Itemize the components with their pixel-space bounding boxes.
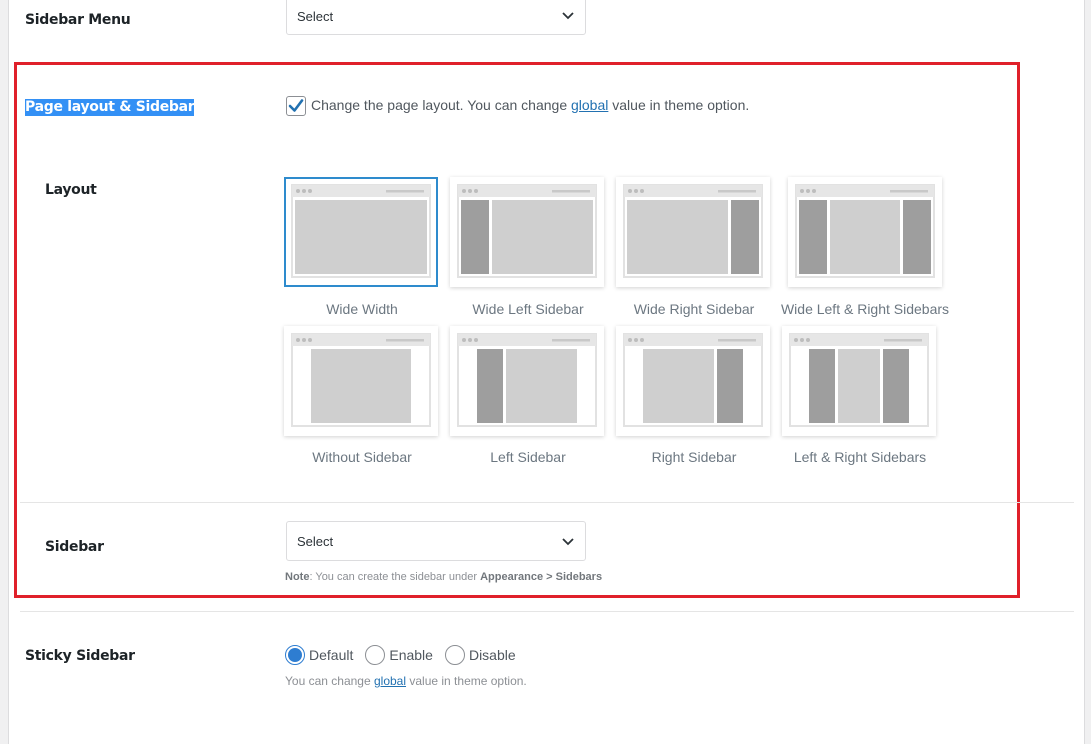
layout-option-wide-left-right-sidebars[interactable] <box>788 177 942 287</box>
radio-enable-label: Enable <box>389 647 433 663</box>
page-layout-label: Page layout & Sidebar <box>25 99 195 116</box>
layout-wide-right-sidebar-icon <box>623 184 763 278</box>
layout-option-label: Wide Right Sidebar <box>633 301 755 317</box>
layout-wide-left-sidebar-icon <box>457 184 597 278</box>
radio-default[interactable] <box>285 645 305 665</box>
layout-left-right-sidebars-icon <box>789 333 929 427</box>
layout-option-label: Wide Left & Right Sidebars <box>780 301 950 317</box>
layout-wide-left-right-sidebars-icon <box>795 184 935 278</box>
sidebar-menu-select[interactable]: Select <box>286 0 586 35</box>
layout-option-label: Left Sidebar <box>490 449 566 465</box>
layout-option-label: Wide Left Sidebar <box>472 301 584 317</box>
layout-left-sidebar-icon <box>457 333 597 427</box>
radio-default-label: Default <box>309 647 354 663</box>
sticky-sidebar-radio-group: Default Enable Disable <box>285 645 528 665</box>
layout-option-left-sidebar[interactable] <box>450 326 604 436</box>
divider <box>20 611 1074 612</box>
layout-option-label: Without Sidebar <box>312 449 412 465</box>
radio-disable-label: Disable <box>468 647 516 663</box>
layout-option-wide-left-sidebar[interactable] <box>450 177 604 287</box>
layout-option-wide-right-sidebar[interactable] <box>616 177 770 287</box>
layout-label: Layout <box>45 182 97 198</box>
layout-option-label: Wide Width <box>326 301 398 317</box>
sticky-sidebar-label: Sticky Sidebar <box>25 648 135 664</box>
layout-option-without-sidebar[interactable] <box>284 326 438 436</box>
chevron-down-icon <box>562 538 574 546</box>
radio-enable[interactable] <box>365 645 386 665</box>
layout-option-label: Left & Right Sidebars <box>793 449 927 465</box>
sidebar-label: Sidebar <box>45 539 104 555</box>
sidebar-note: Note: You can create the sidebar under A… <box>285 571 603 583</box>
sidebar-menu-label: Sidebar Menu <box>25 12 131 28</box>
divider <box>20 502 1074 503</box>
layout-option-wide-width[interactable] <box>284 177 438 287</box>
page-layout-checkbox[interactable] <box>286 96 306 116</box>
global-link[interactable]: global <box>374 674 406 688</box>
page-layout-checkbox-label: Change the page layout. You can change g… <box>311 97 750 113</box>
checkmark-icon <box>288 99 304 112</box>
layout-option-left-right-sidebars[interactable] <box>782 326 936 436</box>
layout-without-sidebar-icon <box>291 333 431 427</box>
layout-option-label: Right Sidebar <box>651 449 737 465</box>
radio-disable[interactable] <box>444 645 465 665</box>
chevron-down-icon <box>562 12 574 20</box>
sidebar-select-value: Select <box>297 533 334 549</box>
sidebar-select[interactable]: Select <box>286 521 586 561</box>
layout-wide-width-icon <box>291 184 431 278</box>
global-link[interactable]: global <box>571 97 608 113</box>
layout-option-right-sidebar[interactable] <box>616 326 770 436</box>
layout-right-sidebar-icon <box>623 333 763 427</box>
sidebar-menu-select-value: Select <box>297 8 334 24</box>
sticky-sidebar-help: You can change global value in theme opt… <box>285 674 527 688</box>
